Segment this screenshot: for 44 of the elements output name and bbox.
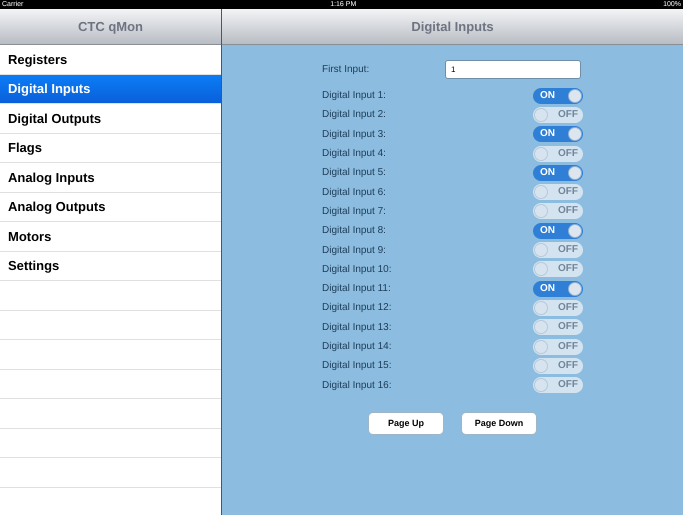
toggle-switch[interactable]: OFF [533,377,583,394]
first-input-field[interactable]: 1 [445,60,581,78]
input-label: Digital Input 14: [322,340,392,354]
toggle-switch[interactable]: OFF [533,261,583,278]
toggle-switch[interactable]: OFF [533,203,583,220]
input-label: Digital Input 9: [322,244,386,258]
input-label: Digital Input 4: [322,147,386,162]
toggle-switch[interactable]: ON [533,222,583,239]
input-label: Digital Input 8: [322,224,386,238]
input-label: Digital Input 10: [322,262,392,277]
input-label: Digital Input 6: [322,186,386,200]
input-label: Digital Input 11: [322,282,391,296]
input-label: Digital Input 1: [322,89,386,104]
sidebar-title: CTC qMon [78,18,143,36]
input-label: Digital Input 3: [322,128,386,142]
sidebar-item[interactable]: Digital Inputs [0,74,221,104]
input-label: Digital Input 7: [322,204,386,219]
input-label: Digital Input 13: [322,320,392,335]
toggle-switch[interactable]: ON [533,126,583,142]
sidebar-item[interactable]: Digital Outputs [0,104,221,134]
toggle-switch[interactable]: OFF [533,242,583,258]
field-label: First Input: [322,62,370,76]
input-label: Digital Input 16: [322,378,392,393]
toggle-switch[interactable]: OFF [533,146,583,162]
input-label: Digital Input 12: [322,301,392,316]
sidebar-item[interactable]: Motors [0,222,221,252]
toggle-switch[interactable]: OFF [533,338,583,354]
toggle-switch[interactable]: OFF [533,184,583,200]
toggle-switch[interactable]: OFF [533,358,583,374]
sidebar-item[interactable]: Analog Outputs [0,192,221,222]
input-label: Digital Input 15: [322,359,392,374]
input-label: Digital Input 2: [322,108,386,122]
page-button[interactable]: Page Down [461,412,537,435]
toggle-switch[interactable]: OFF [533,319,583,336]
detail-title: Digital Inputs [411,18,494,36]
sidebar-item[interactable]: Analog Inputs [0,163,221,192]
toggle-switch[interactable]: OFF [533,106,583,123]
toggle-switch[interactable]: OFF [533,300,583,316]
toggle-switch[interactable]: ON [533,88,583,104]
toggle-switch[interactable]: ON [533,280,583,297]
toggle-switch[interactable]: ON [533,164,583,181]
input-label: Digital Input 5: [322,166,386,180]
sidebar-item[interactable]: Flags [0,134,221,163]
page-button[interactable]: Page Up [368,412,444,435]
